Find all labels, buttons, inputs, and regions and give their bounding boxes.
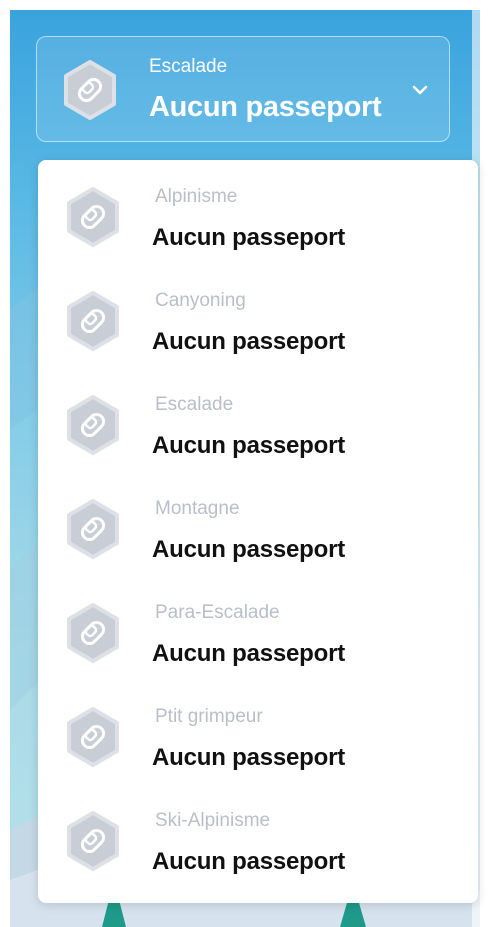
item-status: Aucun passeport bbox=[152, 432, 346, 459]
item-category: Montagne bbox=[155, 498, 240, 519]
hexagon-passport-icon bbox=[67, 187, 119, 247]
selected-status: Aucun passeport bbox=[149, 91, 382, 123]
item-status: Aucun passeport bbox=[152, 536, 346, 563]
list-item-para-escalade[interactable]: Para-Escalade Aucun passeport bbox=[38, 576, 478, 680]
hexagon-passport-icon bbox=[67, 707, 119, 767]
item-category: Ski-Alpinisme bbox=[155, 810, 271, 831]
item-status: Aucun passeport bbox=[152, 640, 346, 667]
hexagon-passport-icon bbox=[67, 811, 119, 871]
list-item-escalade[interactable]: Escalade Aucun passeport bbox=[38, 368, 478, 472]
item-status: Aucun passeport bbox=[152, 328, 346, 355]
item-status: Aucun passeport bbox=[152, 848, 346, 875]
chevron-down-icon[interactable] bbox=[409, 79, 431, 101]
screen: Escalade Aucun passeport Alpinisme Aucun… bbox=[0, 0, 490, 927]
passport-selector[interactable]: Escalade Aucun passeport bbox=[36, 36, 450, 142]
list-item-ptit-grimpeur[interactable]: Ptit grimpeur Aucun passeport bbox=[38, 680, 478, 784]
item-category: Canyoning bbox=[155, 290, 246, 311]
hexagon-passport-icon bbox=[67, 395, 119, 455]
item-status: Aucun passeport bbox=[152, 224, 346, 251]
hexagon-passport-icon bbox=[67, 603, 119, 663]
selected-category: Escalade bbox=[149, 56, 228, 77]
item-status: Aucun passeport bbox=[152, 744, 346, 771]
list-item-canyoning[interactable]: Canyoning Aucun passeport bbox=[38, 264, 478, 368]
item-category: Para-Escalade bbox=[155, 602, 280, 623]
hexagon-passport-icon bbox=[64, 60, 116, 120]
hexagon-passport-icon bbox=[67, 499, 119, 559]
hexagon-passport-icon bbox=[67, 291, 119, 351]
list-item-ski-alpinisme[interactable]: Ski-Alpinisme Aucun passeport bbox=[38, 784, 478, 888]
passport-dropdown-list: Alpinisme Aucun passeport Canyoning Aucu… bbox=[38, 160, 478, 903]
item-category: Ptit grimpeur bbox=[155, 706, 263, 727]
list-item-alpinisme[interactable]: Alpinisme Aucun passeport bbox=[38, 160, 478, 264]
item-category: Escalade bbox=[155, 394, 234, 415]
item-category: Alpinisme bbox=[155, 186, 238, 207]
list-item-montagne[interactable]: Montagne Aucun passeport bbox=[38, 472, 478, 576]
